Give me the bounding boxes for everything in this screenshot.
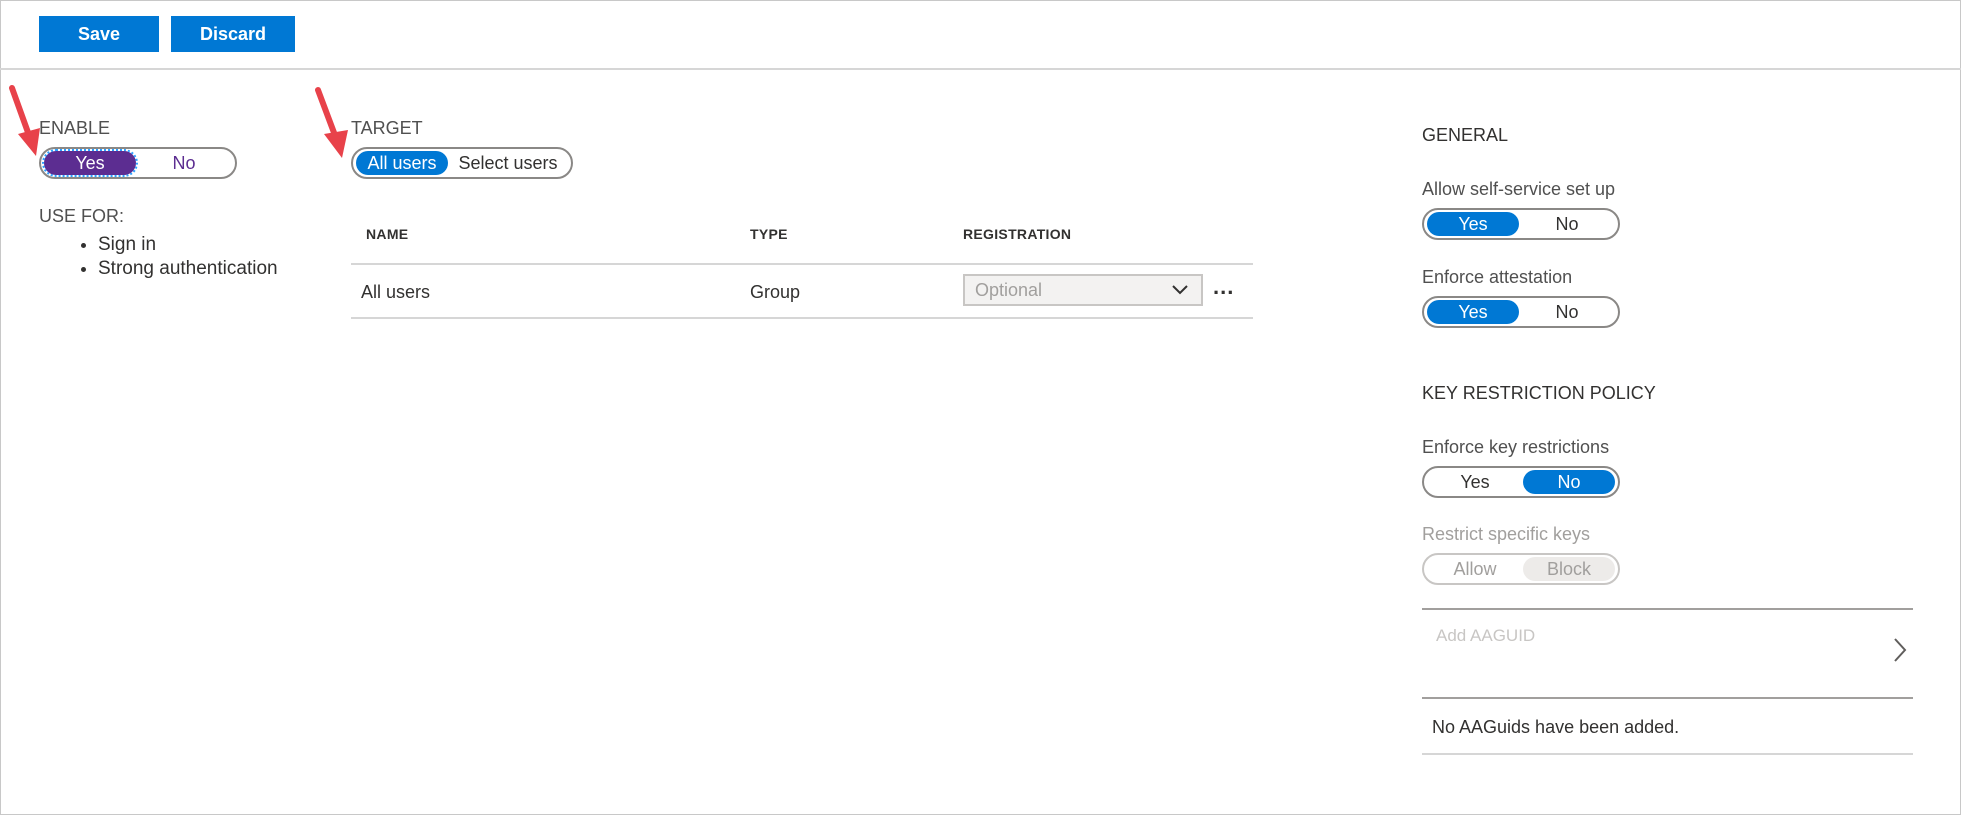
target-select-users-option[interactable]: Select users [448, 151, 568, 175]
column-header-registration: REGISTRATION [963, 226, 1072, 242]
self-service-no-option[interactable]: No [1519, 212, 1615, 236]
use-for-list: Sign in Strong authentication [74, 234, 278, 282]
enforce-key-toggle[interactable]: Yes No [1422, 466, 1620, 498]
annotation-arrow-icon [315, 87, 348, 158]
chevron-down-icon [1172, 285, 1188, 295]
self-service-yes-option[interactable]: Yes [1427, 212, 1519, 236]
chevron-right-icon [1894, 638, 1907, 662]
row-name-cell: All users [361, 282, 431, 302]
restrict-keys-label: Restrict specific keys [1422, 524, 1591, 544]
attestation-no-option[interactable]: No [1519, 300, 1615, 324]
add-aaguid-row[interactable]: Add AAGUID [1422, 612, 1913, 696]
list-item: Strong authentication [98, 258, 278, 280]
self-service-label: Allow self-service set up [1422, 179, 1616, 199]
self-service-toggle[interactable]: Yes No [1422, 208, 1620, 240]
aaguid-list-divider [1422, 753, 1913, 755]
enable-yes-option[interactable]: Yes [42, 149, 138, 177]
enable-no-option[interactable]: No [136, 151, 232, 175]
restrict-keys-toggle[interactable]: Allow Block [1422, 553, 1620, 585]
command-bar: Save Discard [0, 0, 1961, 70]
use-for-label: USE FOR: [39, 206, 125, 226]
annotation-arrow-icon [9, 85, 40, 156]
aaguid-bottom-divider [1422, 697, 1913, 699]
general-heading: GENERAL [1422, 125, 1509, 145]
restrict-block-option[interactable]: Block [1523, 557, 1615, 581]
table-row-divider [351, 317, 1253, 319]
enable-label: ENABLE [39, 118, 111, 138]
target-label: TARGET [351, 118, 423, 138]
enforce-key-yes-option[interactable]: Yes [1427, 470, 1523, 494]
attestation-label: Enforce attestation [1422, 267, 1573, 287]
more-options-icon[interactable]: ... [1213, 274, 1234, 300]
table-header-divider [351, 263, 1253, 265]
aaguid-top-divider [1422, 608, 1913, 610]
registration-value: Optional [975, 280, 1043, 300]
save-button[interactable]: Save [39, 16, 159, 52]
list-item: Sign in [98, 234, 278, 256]
restrict-allow-option[interactable]: Allow [1427, 557, 1523, 581]
target-all-users-option[interactable]: All users [356, 151, 448, 175]
attestation-yes-option[interactable]: Yes [1427, 300, 1519, 324]
row-type-cell: Group [750, 282, 801, 302]
add-aaguid-placeholder: Add AAGUID [1436, 626, 1536, 645]
target-toggle[interactable]: All users Select users [351, 147, 573, 179]
attestation-toggle[interactable]: Yes No [1422, 296, 1620, 328]
key-policy-heading: KEY RESTRICTION POLICY [1422, 383, 1656, 403]
registration-dropdown[interactable]: Optional [963, 274, 1203, 306]
empty-aaguid-message: No AAGuids have been added. [1432, 717, 1680, 737]
enable-toggle[interactable]: Yes No [39, 147, 237, 179]
enforce-key-label: Enforce key restrictions [1422, 437, 1610, 457]
column-header-name: NAME [366, 226, 409, 242]
column-header-type: TYPE [750, 226, 788, 242]
enforce-key-no-option[interactable]: No [1523, 470, 1615, 494]
discard-button[interactable]: Discard [171, 16, 295, 52]
